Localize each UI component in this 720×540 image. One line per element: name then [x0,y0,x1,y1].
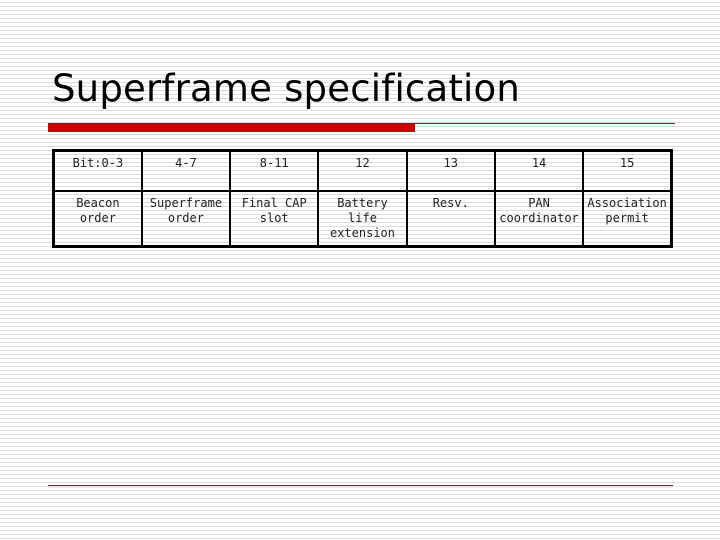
bit-range-row: Bit:0-3 4-7 8-11 12 13 14 15 [52,149,673,192]
bit-range-cell: 12 [317,149,408,192]
field-cell-battery-life-extension: Battery life extension [317,190,408,248]
field-label-line: Battery life [337,196,388,225]
field-cell-beacon-order: Beacon order [52,190,143,248]
field-label-line: Association [587,196,667,210]
field-label-line: Beacon [76,196,120,210]
field-label-line: coordinator [499,211,579,225]
field-cell-association-permit: Association permit [582,190,673,248]
field-cell-final-cap-slot: Final CAP slot [229,190,320,248]
superframe-spec-table: Bit:0-3 4-7 8-11 12 13 14 15 Beacon orde… [52,149,673,248]
field-label-line: PAN [528,196,550,210]
footer-divider-shadow [48,486,673,488]
bit-range-cell: 14 [493,149,585,192]
field-label-line: Final CAP [241,196,307,210]
field-label-line: order [79,211,116,225]
field-name-row: Beacon order Superframe order Final CAP … [52,190,673,248]
field-cell-superframe-order: Superframe order [140,190,232,248]
field-label-line: order [167,211,204,225]
title-underline-accent [48,124,415,132]
field-label-line: Resv. [432,196,469,210]
field-label-line: permit [605,211,649,225]
field-label-line: extension [329,226,395,240]
field-label-line: slot [259,211,289,225]
field-cell-reserved: Resv. [405,190,496,248]
field-label-line: Superframe [149,196,223,210]
field-cell-pan-coordinator: PAN coordinator [493,190,585,248]
bit-range-cell: 15 [582,149,673,192]
bit-range-cell: 13 [405,149,496,192]
bit-range-cell: 4-7 [140,149,232,192]
bit-range-cell: 8-11 [229,149,320,192]
slide-title: Superframe specification [52,67,521,110]
bit-range-cell: Bit:0-3 [52,149,143,192]
